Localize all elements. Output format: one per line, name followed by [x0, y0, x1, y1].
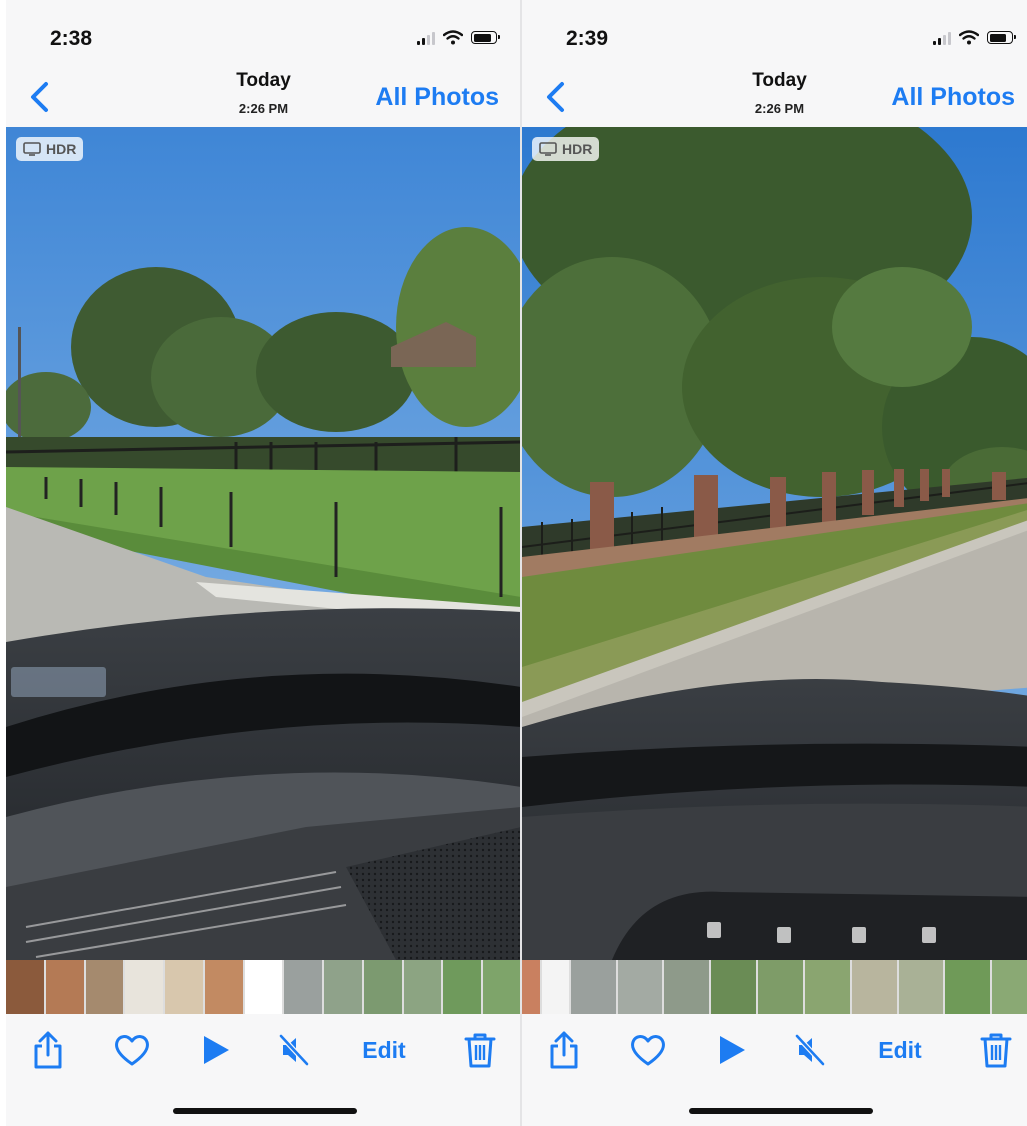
thumbnail[interactable] — [570, 960, 616, 1014]
comparison-screenshots: 2:38 Today 2:26 PM All Photos HDR Edit 2… — [0, 0, 1027, 1126]
status-icons — [933, 30, 1016, 45]
trash-icon — [980, 1033, 1012, 1068]
all-photos-button[interactable]: All Photos — [375, 83, 499, 112]
bottom-toolbar: Edit — [522, 1016, 1027, 1086]
mute-button[interactable] — [790, 1028, 830, 1072]
share-icon — [550, 1031, 578, 1069]
play-button[interactable] — [714, 1028, 750, 1072]
status-time: 2:38 — [50, 27, 93, 50]
thumbnail[interactable] — [6, 960, 44, 1014]
all-photos-button[interactable]: All Photos — [891, 83, 1015, 112]
trash-icon — [464, 1033, 496, 1068]
thumbnail[interactable] — [483, 960, 521, 1014]
speaker-muted-icon — [795, 1034, 825, 1066]
status-time: 2:39 — [566, 27, 609, 50]
share-button[interactable] — [544, 1028, 584, 1072]
battery-icon — [987, 31, 1016, 44]
bottom-toolbar: Edit — [6, 1016, 521, 1086]
delete-button[interactable] — [977, 1028, 1015, 1072]
photo-viewer-screen-left: 2:38 Today 2:26 PM All Photos HDR Edit — [6, 0, 521, 1126]
thumbnail-strip[interactable] — [6, 960, 521, 1014]
thumbnail[interactable] — [945, 960, 991, 1014]
heart-icon — [631, 1035, 665, 1066]
battery-icon — [471, 31, 500, 44]
thumbnail[interactable] — [45, 960, 84, 1014]
favorite-button[interactable] — [110, 1028, 154, 1072]
thumbnail[interactable] — [165, 960, 203, 1014]
hdr-label: HDR — [562, 141, 593, 157]
home-indicator[interactable] — [689, 1108, 873, 1114]
edit-button[interactable]: Edit — [356, 1028, 412, 1072]
thumbnail[interactable] — [851, 960, 897, 1014]
thumbnail[interactable] — [711, 960, 757, 1014]
thumbnail[interactable] — [992, 960, 1027, 1014]
wifi-icon — [959, 30, 979, 45]
trees — [522, 127, 1027, 527]
thumbnail[interactable] — [898, 960, 944, 1014]
status-icons — [417, 30, 500, 45]
hdr-badge: HDR — [16, 137, 84, 161]
edit-button[interactable]: Edit — [872, 1028, 928, 1072]
share-button[interactable] — [28, 1028, 68, 1072]
thumbnail[interactable] — [324, 960, 362, 1014]
display-icon — [539, 142, 557, 156]
play-button[interactable] — [198, 1028, 234, 1072]
thumbnail[interactable] — [85, 960, 124, 1014]
wifi-icon — [443, 30, 463, 45]
speaker-muted-icon — [279, 1034, 309, 1066]
share-icon — [34, 1031, 62, 1069]
thumbnail[interactable] — [541, 960, 569, 1014]
play-icon — [204, 1036, 229, 1064]
thumbnail[interactable] — [363, 960, 402, 1014]
favorite-button[interactable] — [626, 1028, 670, 1072]
thumbnail[interactable] — [804, 960, 850, 1014]
cellular-signal-icon — [417, 31, 435, 45]
display-icon — [23, 142, 41, 156]
heart-icon — [115, 1035, 149, 1066]
thumbnail[interactable] — [125, 960, 164, 1014]
play-icon — [720, 1036, 745, 1064]
hdr-label: HDR — [46, 141, 77, 157]
home-indicator[interactable] — [173, 1108, 357, 1114]
thumbnail-strip[interactable] — [522, 960, 1027, 1014]
thumbnail[interactable] — [284, 960, 323, 1014]
thumbnail[interactable] — [244, 960, 283, 1014]
thumbnail[interactable] — [664, 960, 710, 1014]
photo-view[interactable]: HDR — [6, 127, 521, 960]
thumbnail[interactable] — [403, 960, 442, 1014]
thumbnail[interactable] — [617, 960, 663, 1014]
photo-viewer-screen-right: 2:39 Today 2:26 PM All Photos HDR Edit — [522, 0, 1027, 1126]
thumbnail[interactable] — [443, 960, 482, 1014]
thumbnail[interactable] — [204, 960, 243, 1014]
delete-button[interactable] — [461, 1028, 499, 1072]
thumbnail[interactable] — [522, 960, 540, 1014]
photo-view[interactable]: HDR — [522, 127, 1027, 960]
mute-button[interactable] — [274, 1028, 314, 1072]
cellular-signal-icon — [933, 31, 951, 45]
thumbnail[interactable] — [758, 960, 803, 1014]
hdr-badge: HDR — [532, 137, 600, 161]
